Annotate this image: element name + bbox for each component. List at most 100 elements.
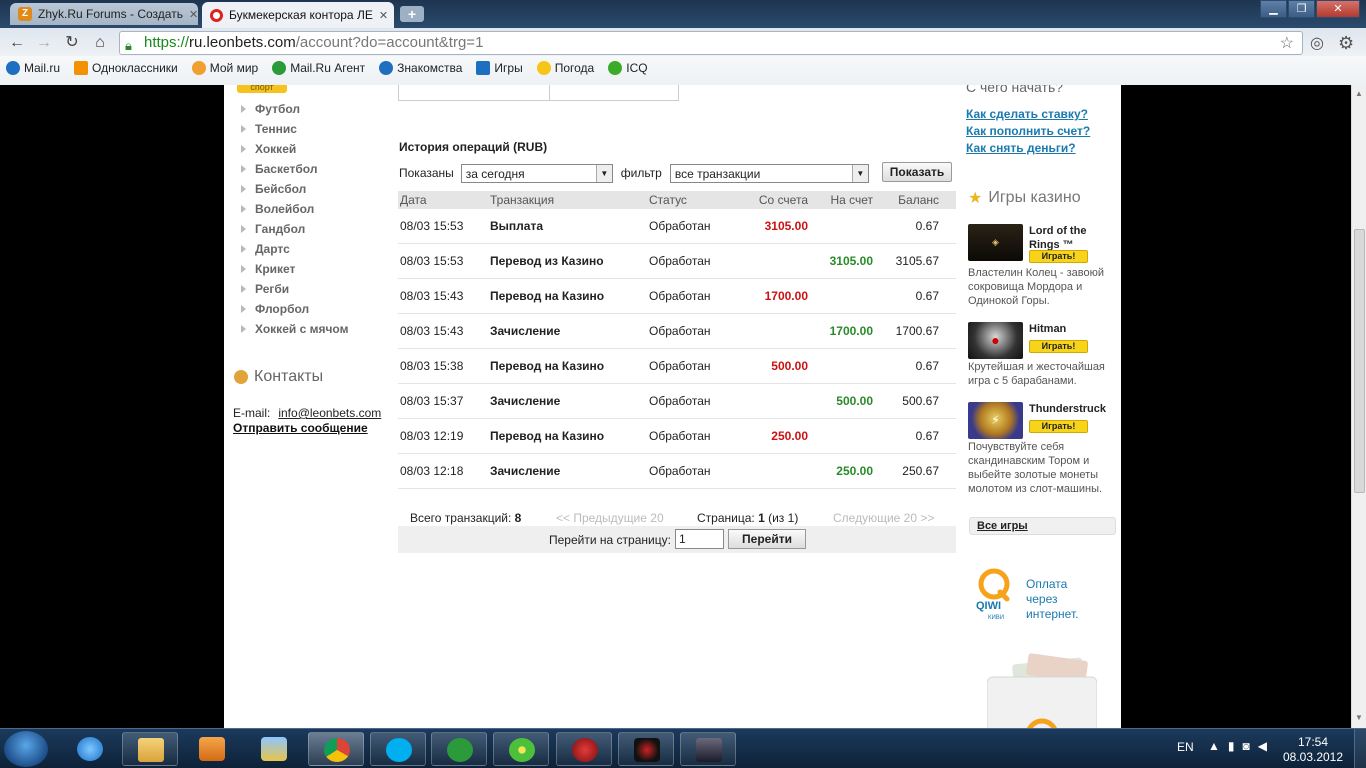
sport-item[interactable]: Баскетбол [238, 161, 348, 181]
send-message-link[interactable]: Отправить сообщение [233, 421, 368, 435]
taskbar-skype[interactable] [370, 732, 426, 766]
table-row: 08/03 12:18 Зачисление Обработан 250.00 250.… [398, 454, 956, 489]
hitman-thumbnail-icon[interactable]: ● [968, 322, 1023, 359]
scrollbar[interactable]: ▲ ▼ [1351, 85, 1366, 728]
bookmark-odnoklassniki[interactable]: Одноклассники [74, 61, 178, 75]
home-button[interactable]: ⌂ [89, 33, 111, 53]
sport-item[interactable]: Гандбол [238, 221, 348, 241]
goto-button[interactable]: Перейти [728, 529, 806, 549]
col-date: Дата [400, 193, 427, 207]
taskbar-media[interactable] [184, 732, 240, 766]
show-button[interactable]: Показать [882, 162, 952, 182]
clock[interactable]: 17:54 08.03.2012 [1282, 735, 1344, 765]
bookmark-mailru[interactable]: Mail.ru [6, 61, 60, 75]
bookmark-icq[interactable]: ICQ [608, 61, 648, 75]
taskbar-app-red[interactable] [556, 732, 612, 766]
folder-icon [138, 738, 164, 762]
lotr-thumbnail-icon[interactable]: ◈ [968, 224, 1023, 261]
bookmark-label: Погода [554, 61, 595, 75]
period-value: за сегодня [465, 166, 525, 181]
help-link-deposit[interactable]: Как пополнить счет? [966, 124, 1090, 138]
tab-label: Букмекерская контора ЛЕ [229, 8, 373, 22]
scrollbar-thumb[interactable] [1354, 229, 1365, 493]
play-button[interactable]: Играть! [1029, 340, 1088, 353]
sport-item[interactable]: Флорбол [238, 301, 348, 321]
cell-transaction: Перевод на Казино [490, 289, 605, 303]
taskbar-explorer[interactable] [122, 732, 178, 766]
goto-page-input[interactable]: 1 [675, 529, 724, 549]
email-link[interactable]: info@leonbets.com [278, 406, 381, 420]
bookmark-label: Mail.ru [24, 61, 61, 75]
sport-item[interactable]: Хоккей [238, 141, 348, 161]
bookmark-moy-mir[interactable]: Мой мир [191, 61, 258, 75]
taskbar-app-dark[interactable] [618, 732, 674, 766]
minimize-button[interactable]: ▁ [1260, 0, 1287, 18]
bookmark-pogoda[interactable]: Погода [536, 61, 595, 75]
all-games-link[interactable]: Все игры [969, 517, 1116, 535]
tab-leonbets[interactable]: Букмекерская контора ЛЕ ✕ [202, 2, 394, 28]
taskbar-paint[interactable] [246, 732, 302, 766]
scroll-down-icon[interactable]: ▼ [1355, 713, 1363, 722]
icq-icon [608, 61, 623, 75]
tab-zhyk[interactable]: Z Zhyk.Ru Forums - Создать ✕ [10, 3, 198, 25]
bookmark-mailru-agent[interactable]: Mail.Ru Агент [272, 61, 365, 75]
bookmark-znakomstva[interactable]: Знакомства [379, 61, 462, 75]
sport-item[interactable]: Футбол [238, 101, 348, 121]
play-button[interactable]: Играть! [1029, 420, 1088, 433]
next-page-link[interactable]: Следующие 20 >> [833, 511, 934, 525]
taskbar-app-game[interactable] [680, 732, 736, 766]
qiwi-banner[interactable]: QIWI КИВИ Оплата через интернет. [976, 568, 1106, 628]
maximize-button[interactable]: ❐ [1288, 0, 1315, 18]
close-tab-icon[interactable]: ✕ [379, 9, 388, 22]
play-button[interactable]: Играть! [1029, 250, 1088, 263]
sport-item[interactable]: Регби [238, 281, 348, 301]
help-link-withdraw[interactable]: Как снять деньги? [966, 141, 1076, 155]
page-of: (из 1) [768, 511, 799, 525]
sport-item[interactable]: Волейбол [238, 201, 348, 221]
cell-transaction: Зачисление [490, 464, 561, 478]
tray-icons[interactable]: ▲▮◙◀ [1208, 739, 1275, 753]
sport-item[interactable]: Теннис [238, 121, 348, 141]
back-button[interactable]: ← [6, 33, 28, 53]
sport-item[interactable]: Крикет [238, 261, 348, 281]
qiwi-line: Оплата [1026, 577, 1068, 591]
sport-item[interactable]: Бейсбол [238, 181, 348, 201]
period-select[interactable]: за сегодня ▼ [460, 163, 613, 183]
page-number: 1 [758, 511, 765, 525]
game-description: Почувствуйте себя скандинавским Тором и … [968, 441, 1103, 495]
scroll-up-icon[interactable]: ▲ [1355, 89, 1363, 98]
show-desktop-button[interactable] [1354, 729, 1366, 768]
qiwi-line: интернет. [1026, 607, 1079, 621]
start-button[interactable] [4, 731, 48, 767]
bookmark-igry[interactable]: Игры [476, 61, 523, 75]
language-indicator[interactable]: EN [1177, 740, 1194, 754]
help-link-bet[interactable]: Как сделать ставку? [966, 107, 1088, 121]
taskbar-icq[interactable] [493, 732, 549, 766]
cell-balance: 0.67 [915, 289, 939, 303]
zhyk-favicon-icon: Z [18, 7, 32, 21]
bookmark-star-icon[interactable]: ☆ [1280, 33, 1294, 55]
reload-button[interactable]: ↻ [61, 33, 83, 53]
close-window-button[interactable]: ✕ [1316, 0, 1360, 18]
game-name-line: Lord of the [1029, 225, 1087, 237]
thunderstruck-thumbnail-icon[interactable]: ⚡︎ [968, 402, 1023, 439]
sport-item[interactable]: Дартс [238, 241, 348, 261]
wrench-icon[interactable]: ⚙ [1338, 33, 1354, 54]
prev-page-link[interactable]: << Предыдущие 20 [556, 511, 664, 525]
filter-select[interactable]: все транзакции ▼ [669, 163, 869, 183]
cell-balance: 500.67 [902, 394, 939, 408]
clock-time: 17:54 [1297, 735, 1329, 749]
address-bar[interactable]: 🔒︎ https://ru.leonbets.com/account?do=acc… [119, 31, 1303, 55]
taskbar-ie[interactable] [62, 732, 118, 766]
new-tab-button[interactable]: + [400, 6, 424, 22]
forward-button[interactable]: → [33, 33, 55, 53]
contacts-heading: Контакты [234, 368, 323, 386]
close-tab-icon[interactable]: ✕ [189, 8, 198, 21]
sport-item[interactable]: Хоккей с мячом [238, 321, 348, 341]
taskbar-agent[interactable] [431, 732, 487, 766]
game-name: Thunderstruck [1029, 403, 1107, 415]
taskbar-chrome[interactable] [308, 732, 364, 766]
bookmark-label: Mail.Ru Агент [290, 61, 366, 75]
extension-icon[interactable]: ◎ [1310, 33, 1324, 53]
game-description: Крутейшая и жесточайшая игра с 5 барабан… [968, 361, 1105, 387]
